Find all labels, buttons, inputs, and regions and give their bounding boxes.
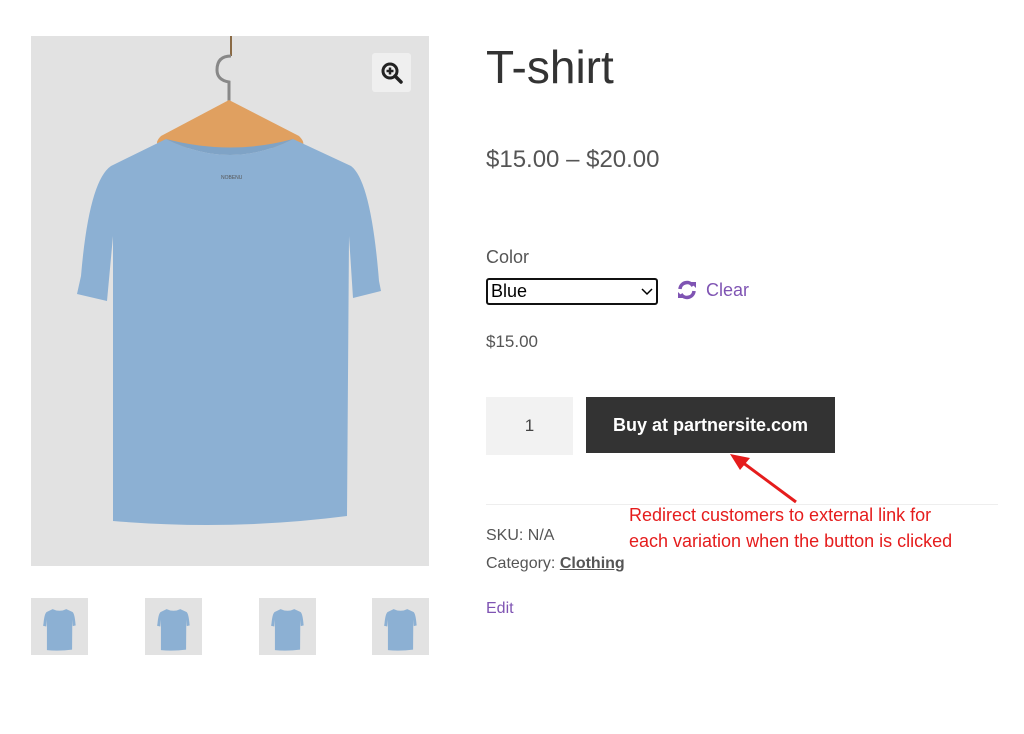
clear-label: Clear [706,279,750,300]
zoom-button[interactable] [372,53,411,92]
sku-value: N/A [527,527,555,544]
color-select[interactable]: Blue [486,278,658,305]
annotation-line-2: each variation when the button is clicke… [629,531,953,551]
buy-external-button[interactable]: Buy at partnersite.com [586,397,835,453]
annotation-arrow [730,454,797,504]
quantity-input[interactable] [486,397,573,455]
category-label: Category: [486,555,556,572]
sku-label: SKU: [486,527,524,544]
sku: SKU: N/A [486,527,554,545]
zoom-in-icon [381,62,403,84]
annotation-line-1: Redirect customers to external link for [629,505,932,525]
tshirt-image: NOBENU [77,36,381,525]
selected-color: Blue [491,281,528,301]
annotation-note: Redirect customers to external link for … [629,502,1009,554]
product-main-image[interactable]: NOBENU [31,36,429,566]
price-range: $15.00 – $20.00 [486,146,660,173]
thumbnail-1[interactable] [31,598,88,655]
refresh-icon [678,280,696,300]
color-label: Color [486,247,530,267]
category: Category: Clothing [486,555,625,573]
variation-price: $15.00 [486,332,538,351]
thumbnail-3[interactable] [259,598,316,655]
chevron-down-icon [641,287,653,295]
svg-text:NOBENU: NOBENU [221,175,243,181]
category-link[interactable]: Clothing [560,555,625,572]
product-title: T-shirt [486,41,614,93]
clear-button[interactable]: Clear [676,279,749,301]
thumbnail-4[interactable] [372,598,429,655]
thumbnail-2[interactable] [145,598,202,655]
edit-link[interactable]: Edit [486,600,514,618]
